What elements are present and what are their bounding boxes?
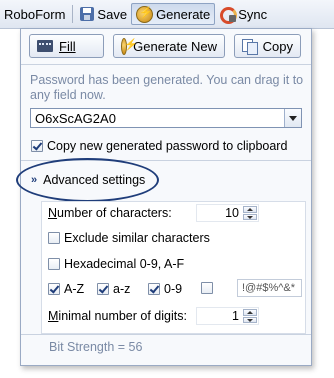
hexadecimal-checkbox[interactable] xyxy=(48,258,60,270)
symbols-option[interactable] xyxy=(201,282,213,294)
sync-button[interactable]: Sync xyxy=(215,3,271,25)
lowercase-checkbox[interactable] xyxy=(97,283,109,295)
password-combo[interactable]: O6xScAG2A0 xyxy=(30,108,302,128)
copy-to-clipboard-option[interactable]: Copy new generated password to clipboard xyxy=(31,139,287,153)
sync-icon xyxy=(219,6,238,24)
generate-button[interactable]: Generate xyxy=(131,3,216,25)
copy-button[interactable]: Copy xyxy=(234,34,301,58)
symbols-input[interactable]: !@#$%^&* xyxy=(237,279,302,297)
fill-button[interactable]: Fill xyxy=(29,34,104,58)
panel-button-row: Fill Generate New Copy xyxy=(29,34,301,58)
minimal-digits-mnemonic: M xyxy=(48,309,59,323)
password-dropdown-button[interactable] xyxy=(284,109,301,127)
copy-to-clipboard-checkbox[interactable] xyxy=(31,140,43,152)
save-icon xyxy=(80,7,95,21)
generate-new-icon xyxy=(121,37,138,55)
increment-button[interactable] xyxy=(243,309,257,316)
advanced-settings-toggle[interactable]: » Advanced settings xyxy=(31,173,145,187)
decrement-button[interactable] xyxy=(243,213,257,220)
minimal-digits-value[interactable]: 1 xyxy=(232,309,239,323)
lowercase-option[interactable]: a-z xyxy=(97,282,130,296)
digits-option[interactable]: 0-9 xyxy=(148,282,182,296)
divider xyxy=(21,64,311,65)
generate-label: Generate xyxy=(156,6,211,22)
toolbar-divider xyxy=(72,5,74,23)
fill-icon xyxy=(37,40,53,52)
sync-label: Sync xyxy=(238,6,268,22)
toolbar: RoboForm Save Generate Sync xyxy=(0,0,334,29)
digits-checkbox[interactable] xyxy=(148,283,160,295)
generate-new-label: Generate New xyxy=(133,38,217,54)
advanced-settings-label: Advanced settings xyxy=(43,173,146,187)
password-generator-panel: Fill Generate New Copy Password has been… xyxy=(16,28,312,366)
generated-message: Password has been generated. You can dra… xyxy=(30,73,304,102)
number-of-characters-stepper[interactable]: 10 xyxy=(196,204,259,222)
minimal-digits-spin-buttons[interactable] xyxy=(243,309,257,323)
lowercase-label: a-z xyxy=(113,282,131,296)
roboform-menu[interactable]: RoboForm xyxy=(0,3,69,25)
minimal-digits-stepper[interactable]: 1 xyxy=(196,307,259,325)
number-of-characters-value[interactable]: 10 xyxy=(225,206,239,220)
generate-new-button[interactable]: Generate New xyxy=(113,34,225,58)
minimal-digits-text: inimal number of digits: xyxy=(58,309,187,323)
save-label: Save xyxy=(97,6,128,22)
generate-icon xyxy=(136,5,154,23)
chevron-down-icon xyxy=(289,115,297,121)
exclude-similar-label: Exclude similar characters xyxy=(64,231,210,245)
number-of-characters-text: umber of characters: xyxy=(57,206,172,220)
roboform-label: RoboForm xyxy=(4,6,66,22)
number-of-characters-spin-buttons[interactable] xyxy=(243,206,257,220)
password-value[interactable]: O6xScAG2A0 xyxy=(35,111,116,126)
double-chevron-down-icon: » xyxy=(31,174,38,186)
save-button[interactable]: Save xyxy=(76,3,131,25)
fill-label: Fill xyxy=(59,39,76,54)
fill-label-text: Fill xyxy=(59,38,76,54)
copy-label: Copy xyxy=(262,38,293,54)
uppercase-label: A-Z xyxy=(64,282,85,296)
symbols-checkbox[interactable] xyxy=(201,282,213,294)
exclude-similar-option[interactable]: Exclude similar characters xyxy=(48,231,210,245)
divider xyxy=(21,334,311,335)
uppercase-checkbox[interactable] xyxy=(48,283,60,295)
digits-label: 0-9 xyxy=(164,282,183,296)
number-of-characters-label: Number of characters: xyxy=(48,206,172,220)
exclude-similar-checkbox[interactable] xyxy=(48,232,60,244)
hexadecimal-label: Hexadecimal 0-9, A-F xyxy=(64,257,185,271)
uppercase-option[interactable]: A-Z xyxy=(48,282,84,296)
minimal-digits-label: Minimal number of digits: xyxy=(48,309,187,323)
bit-strength: Bit Strength = 56 xyxy=(49,340,143,354)
decrement-button[interactable] xyxy=(243,316,257,323)
number-of-characters-mnemonic: N xyxy=(48,206,58,220)
copy-icon xyxy=(242,38,258,55)
hexadecimal-option[interactable]: Hexadecimal 0-9, A-F xyxy=(48,257,184,271)
increment-button[interactable] xyxy=(243,206,257,213)
copy-to-clipboard-label: Copy new generated password to clipboard xyxy=(47,139,288,153)
